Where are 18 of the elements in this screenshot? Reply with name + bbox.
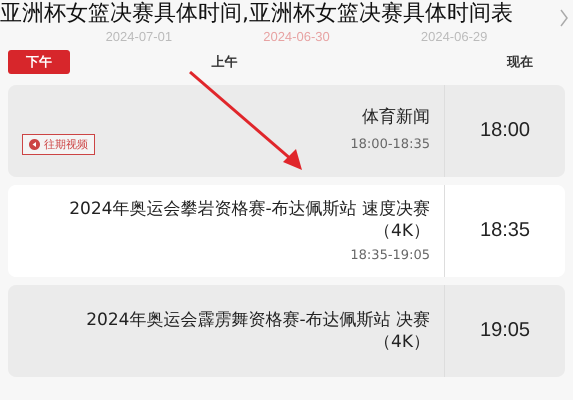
- time-range: 18:35-19:05: [350, 248, 430, 264]
- replay-badge[interactable]: 往期视频: [22, 134, 95, 156]
- time-range: 18:00-18:35: [350, 137, 430, 152]
- headline: 亚洲杯女篮决赛具体时间,亚洲杯女篮决赛具体时间表: [0, 2, 514, 27]
- period-tab[interactable]: 下午: [8, 50, 70, 74]
- program-card[interactable]: 体育新闻 往期视频 18:00-18:35 18:00: [8, 84, 565, 177]
- program-title: 体育新闻: [362, 106, 430, 128]
- period-tab[interactable]: 现在: [489, 50, 551, 74]
- chevron-icon[interactable]: [559, 8, 569, 28]
- program-card[interactable]: 2024年奥运会霹雳舞资格赛-布达佩斯站 决赛（4K） 19:05: [8, 284, 565, 377]
- start-time: 18:00: [444, 84, 565, 177]
- play-icon: [29, 139, 40, 150]
- program-card[interactable]: 2024年奥运会攀岩资格赛-布达佩斯站 速度决赛（4K） 18:35-19:05 18:35: [8, 184, 565, 277]
- program-title: 2024年奥运会霹雳舞资格赛-布达佩斯站 决赛（4K）: [85, 308, 430, 353]
- start-time: 18:35: [444, 184, 565, 277]
- program-title: 2024年奥运会攀岩资格赛-布达佩斯站 速度决赛（4K）: [68, 198, 430, 242]
- start-time: 19:05: [444, 284, 565, 377]
- period-tab[interactable]: 上午: [194, 50, 256, 74]
